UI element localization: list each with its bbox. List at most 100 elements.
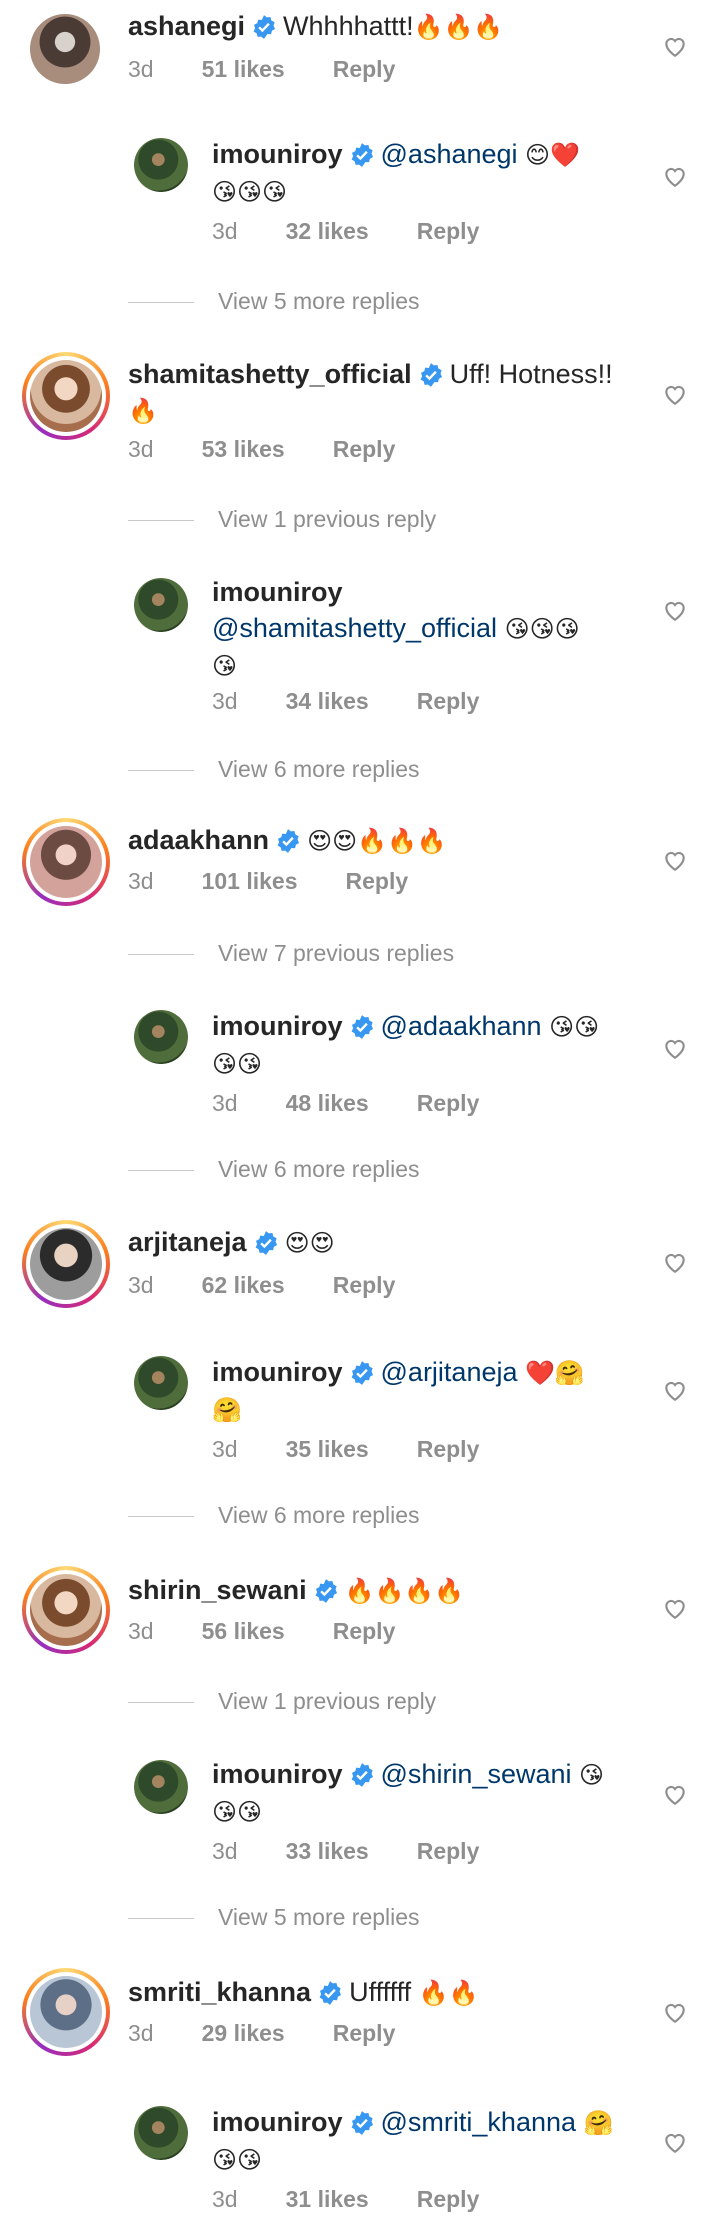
reply-likes[interactable]: 48 likes <box>286 1090 369 1117</box>
comment-username[interactable]: shamitashetty_official <box>128 359 412 389</box>
reply-username[interactable]: imouniroy <box>212 1759 343 1789</box>
comment-likes[interactable]: 56 likes <box>202 1618 285 1645</box>
reply-time: 3d <box>212 218 238 244</box>
view-previous-replies[interactable]: View 1 previous reply <box>128 506 436 533</box>
reply-likes[interactable]: 31 likes <box>286 2186 369 2213</box>
reply-emoji: 🤗 <box>583 2109 614 2137</box>
reply-emoji: 😘😘 <box>549 1013 600 1041</box>
reply-time: 3d <box>212 1436 238 1462</box>
reply-button[interactable]: Reply <box>333 1618 396 1645</box>
heart-outline-icon[interactable] <box>662 1378 688 1402</box>
view-more-replies[interactable]: View 6 more replies <box>128 756 420 783</box>
heart-outline-icon[interactable] <box>662 382 688 406</box>
reply-mention[interactable]: @ashanegi <box>381 139 518 169</box>
reply-mention[interactable]: @shamitashetty_official <box>212 613 497 643</box>
comment-time: 3d <box>128 1272 154 1298</box>
heart-outline-icon[interactable] <box>662 598 688 622</box>
avatar[interactable] <box>22 1566 110 1654</box>
reply-mention[interactable]: @adaakhann <box>381 1011 542 1041</box>
reply-likes[interactable]: 35 likes <box>286 1436 369 1463</box>
comment-username[interactable]: smriti_khanna <box>128 1977 311 2007</box>
comment-emoji: 😍😍🔥🔥🔥 <box>307 827 447 855</box>
comment-likes[interactable]: 51 likes <box>202 56 285 83</box>
comment-text: Uff! Hotness!! <box>449 359 613 389</box>
reply-likes[interactable]: 32 likes <box>286 218 369 245</box>
comment-username[interactable]: shirin_sewani <box>128 1575 307 1605</box>
comment-likes[interactable]: 29 likes <box>202 2020 285 2047</box>
avatar[interactable] <box>134 138 188 192</box>
reply-likes[interactable]: 33 likes <box>286 1838 369 1865</box>
reply-mention[interactable]: @arjitaneja <box>381 1357 518 1387</box>
heart-outline-icon[interactable] <box>662 848 688 872</box>
comment-likes[interactable]: 53 likes <box>202 436 285 463</box>
reply-mention[interactable]: @smriti_khanna <box>381 2107 577 2137</box>
avatar[interactable] <box>134 578 188 632</box>
reply-button[interactable]: Reply <box>333 1272 396 1299</box>
reply-emoji-line2: 😘😘 <box>212 1798 263 1826</box>
comment-username[interactable]: adaakhann <box>128 825 269 855</box>
reply-button[interactable]: Reply <box>333 56 396 83</box>
avatar[interactable] <box>22 352 110 440</box>
comment-emoji: 🔥🔥 <box>418 1979 479 2007</box>
reply-button[interactable]: Reply <box>417 688 480 715</box>
reply-username[interactable]: imouniroy <box>212 2107 343 2137</box>
view-more-replies[interactable]: View 5 more replies <box>128 288 420 315</box>
reply-emoji-line2: 😘 <box>212 652 238 680</box>
comment-username[interactable]: ashanegi <box>128 11 245 41</box>
heart-outline-icon[interactable] <box>662 1036 688 1060</box>
reply-emoji: ❤️🤗 <box>525 1359 585 1387</box>
reply-button[interactable]: Reply <box>333 2020 396 2047</box>
avatar[interactable] <box>30 14 100 84</box>
heart-outline-icon[interactable] <box>662 164 688 188</box>
avatar[interactable] <box>134 1760 188 1814</box>
reply-likes[interactable]: 34 likes <box>286 688 369 715</box>
heart-outline-icon[interactable] <box>662 2000 688 2024</box>
heart-outline-icon[interactable] <box>662 1596 688 1620</box>
reply-emoji: 😘 <box>579 1761 605 1789</box>
view-more-replies[interactable]: View 6 more replies <box>128 1502 420 1529</box>
avatar[interactable] <box>134 1010 188 1064</box>
reply-username[interactable]: imouniroy <box>212 1011 343 1041</box>
verified-badge-icon <box>315 1579 337 1603</box>
avatar[interactable] <box>134 2106 188 2160</box>
comment-time: 3d <box>128 56 154 82</box>
reply-button[interactable]: Reply <box>417 1090 480 1117</box>
view-previous-replies[interactable]: View 7 previous replies <box>128 940 454 967</box>
reply-username[interactable]: imouniroy <box>212 577 343 607</box>
verified-badge-icon <box>277 829 300 853</box>
reply-username[interactable]: imouniroy <box>212 139 343 169</box>
reply-button[interactable]: Reply <box>346 868 409 895</box>
reply-username[interactable]: imouniroy <box>212 1357 343 1387</box>
reply-time: 3d <box>212 1838 238 1864</box>
avatar[interactable] <box>134 1356 188 1410</box>
heart-outline-icon[interactable] <box>662 1250 688 1274</box>
avatar[interactable] <box>22 818 110 906</box>
heart-outline-icon[interactable] <box>662 2130 688 2154</box>
verified-badge-icon <box>319 1981 342 2005</box>
avatar[interactable] <box>22 1220 110 1308</box>
comment-likes[interactable]: 101 likes <box>202 868 298 895</box>
reply-button[interactable]: Reply <box>417 218 480 245</box>
comments-feed: ashanegi Whhhhattt!🔥🔥🔥 3d 51 likes Reply im… <box>0 0 716 2240</box>
view-more-replies[interactable]: View 6 more replies <box>128 1156 420 1183</box>
view-previous-replies[interactable]: View 1 previous reply <box>128 1688 436 1715</box>
comment-username[interactable]: arjitaneja <box>128 1227 247 1257</box>
verified-badge-icon <box>351 1015 373 1039</box>
heart-outline-icon[interactable] <box>662 34 688 58</box>
reply-emoji: 😊❤️ <box>525 141 580 169</box>
comment-time: 3d <box>128 868 154 894</box>
heart-outline-icon[interactable] <box>662 1782 688 1806</box>
comment-time: 3d <box>128 2020 154 2046</box>
reply-button[interactable]: Reply <box>417 1838 480 1865</box>
reply-time: 3d <box>212 688 238 714</box>
comment-time: 3d <box>128 1618 154 1644</box>
reply-button[interactable]: Reply <box>417 1436 480 1463</box>
view-more-replies[interactable]: View 5 more replies <box>128 1904 420 1931</box>
reply-button[interactable]: Reply <box>333 436 396 463</box>
avatar[interactable] <box>22 1968 110 2056</box>
reply-button[interactable]: Reply <box>417 2186 480 2213</box>
reply-time: 3d <box>212 2186 238 2212</box>
comment-likes[interactable]: 62 likes <box>202 1272 285 1299</box>
reply-mention[interactable]: @shirin_sewani <box>381 1759 572 1789</box>
comment-text: Uffffff <box>349 1977 412 2007</box>
